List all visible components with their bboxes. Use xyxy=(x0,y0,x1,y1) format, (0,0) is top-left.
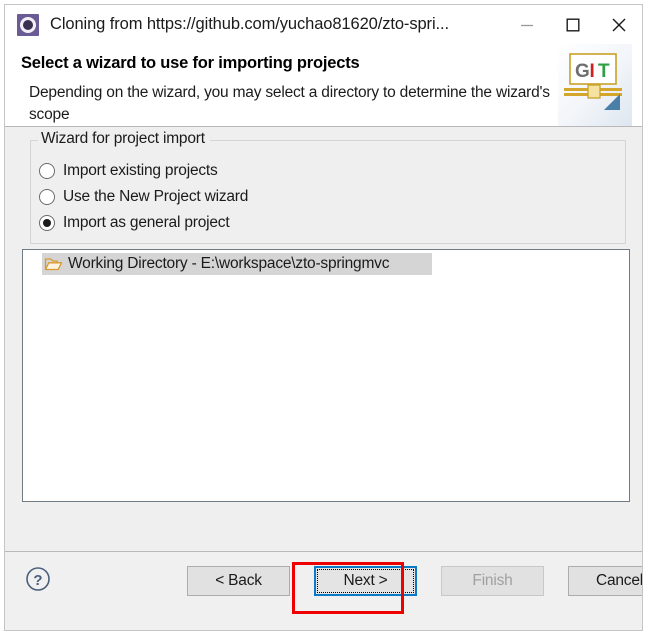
dialog-button-row: < Back Next > Finish Cancel xyxy=(187,566,642,596)
finish-button: Finish xyxy=(441,566,544,596)
maximize-icon xyxy=(566,18,580,32)
help-icon[interactable]: ? xyxy=(25,566,51,592)
radio-label: Use the New Project wizard xyxy=(63,188,249,205)
radio-use-new-project-wizard[interactable]: Use the New Project wizard xyxy=(36,184,630,210)
eclipse-git-icon-ring xyxy=(20,16,36,33)
wizard-header: Select a wizard to use for importing pro… xyxy=(5,44,642,127)
tree-item-working-directory[interactable]: Working Directory - E:\workspace\zto-spr… xyxy=(42,253,432,275)
group-box-legend: Wizard for project import xyxy=(38,130,210,148)
minimize-button[interactable] xyxy=(504,6,550,44)
radio-icon xyxy=(39,163,55,179)
svg-text:T: T xyxy=(598,61,610,82)
close-button[interactable] xyxy=(596,6,642,44)
radio-import-as-general-project[interactable]: Import as general project xyxy=(36,210,630,236)
svg-text:?: ? xyxy=(33,572,42,589)
radio-import-existing-projects[interactable]: Import existing projects xyxy=(36,158,630,184)
wizard-radio-group: Import existing projects Use the New Pro… xyxy=(36,158,630,236)
minimize-icon xyxy=(521,24,533,26)
radio-icon-selected xyxy=(39,215,55,231)
radio-icon xyxy=(39,189,55,205)
page-description: Depending on the wizard, you may select … xyxy=(29,84,550,123)
wizard-group-box: Wizard for project import Import existin… xyxy=(30,130,626,244)
eclipse-git-icon xyxy=(17,13,39,36)
window-title: Cloning from https://github.com/yuchao81… xyxy=(50,15,449,33)
tree-item-label: Working Directory - E:\workspace\zto-spr… xyxy=(68,255,390,272)
title-bar: Cloning from https://github.com/yuchao81… xyxy=(5,5,642,44)
svg-text:I: I xyxy=(590,61,595,82)
open-folder-icon xyxy=(44,258,63,271)
next-button[interactable]: Next > xyxy=(314,566,417,596)
wizard-content: Wizard for project import Import existin… xyxy=(5,127,642,551)
close-icon xyxy=(612,18,626,31)
back-button[interactable]: < Back xyxy=(187,566,290,596)
dialog-footer: ? < Back Next > Finish Cancel xyxy=(5,551,642,630)
cancel-button[interactable]: Cancel xyxy=(568,566,642,596)
wizard-dialog-window: Cloning from https://github.com/yuchao81… xyxy=(4,4,643,631)
page-title: Select a wizard to use for importing pro… xyxy=(21,54,360,72)
radio-label: Import existing projects xyxy=(63,162,218,179)
git-logo: G I T xyxy=(558,44,632,126)
window-controls xyxy=(504,5,642,44)
project-tree-panel[interactable]: Working Directory - E:\workspace\zto-spr… xyxy=(22,249,630,502)
radio-label: Import as general project xyxy=(63,214,230,231)
svg-text:G: G xyxy=(575,61,590,82)
maximize-button[interactable] xyxy=(550,6,596,44)
